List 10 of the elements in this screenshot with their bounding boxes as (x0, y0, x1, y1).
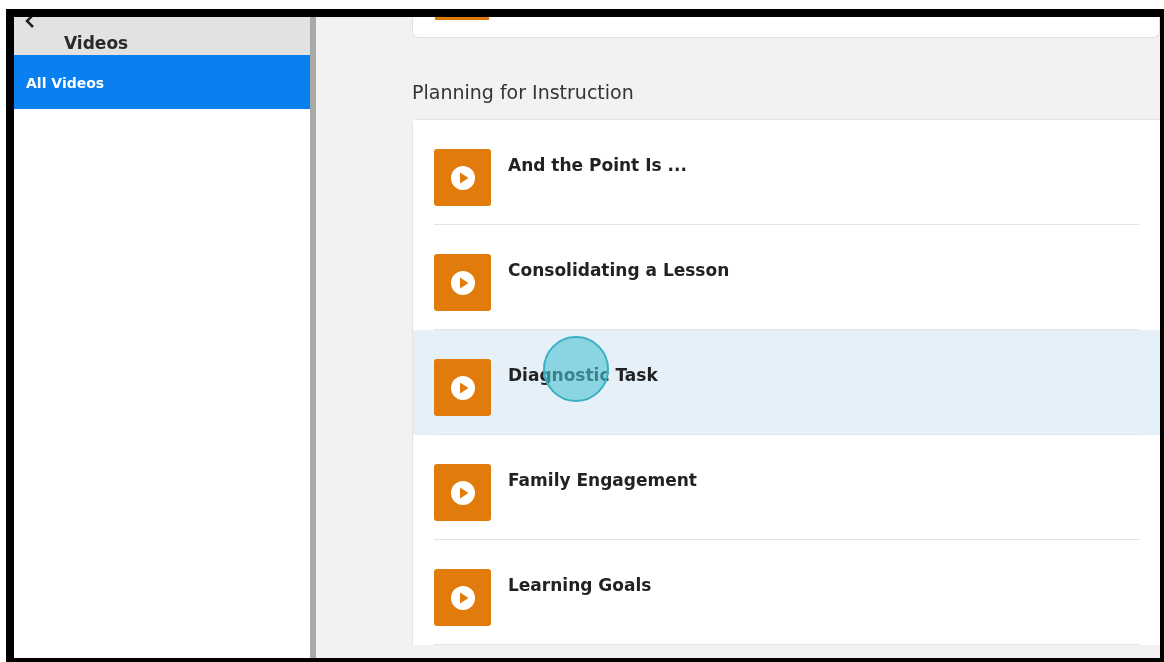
video-title: Diagnostic Task (508, 364, 658, 387)
video-row[interactable]: Diagnostic Task (413, 330, 1160, 435)
video-title: Family Engagement (508, 469, 697, 492)
video-title: And the Point Is ... (508, 154, 687, 177)
sidebar-item[interactable]: All Videos (14, 55, 310, 109)
video-title: Learning Goals (508, 574, 652, 597)
sidebar-title: Videos (64, 35, 129, 52)
back-icon[interactable] (24, 17, 36, 29)
video-title: Consolidating a Lesson (508, 259, 730, 282)
section-heading: Planning for Instruction (412, 83, 635, 102)
